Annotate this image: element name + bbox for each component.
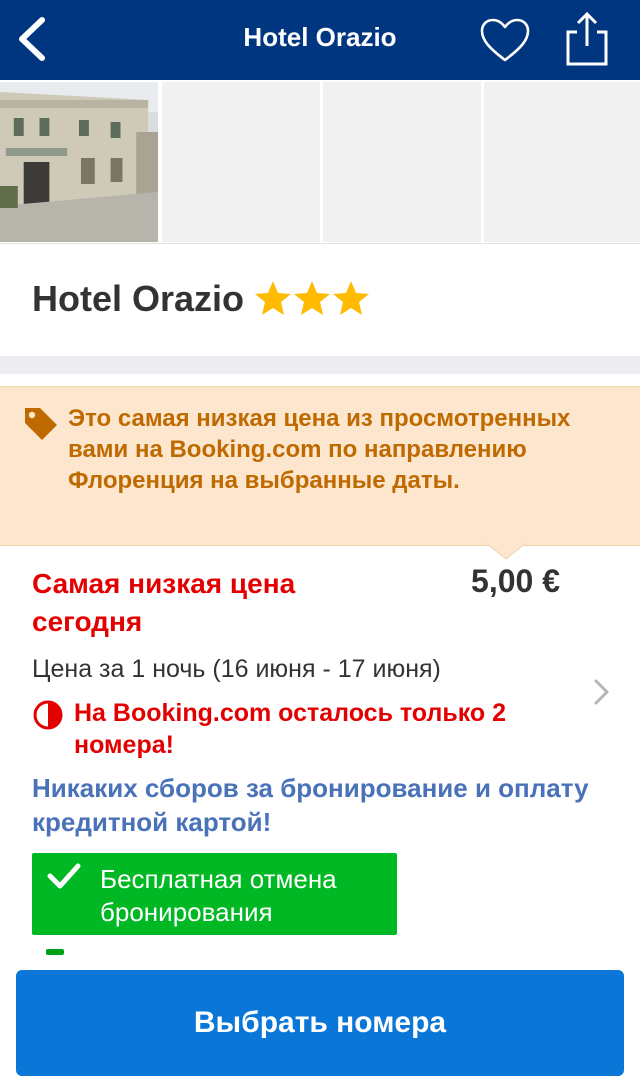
heart-outline-icon[interactable] — [479, 18, 531, 64]
hotel-photo[interactable] — [0, 82, 158, 242]
star-icon — [294, 281, 331, 315]
photo-placeholder[interactable] — [323, 82, 481, 242]
photo-placeholder[interactable] — [162, 82, 320, 242]
share-icon[interactable] — [562, 10, 612, 68]
offer-card[interactable]: Самая низкая цена сегодня 5,00 € Цена за… — [0, 545, 640, 965]
no-fees-text: Никаких сборов за бронирование и оплату … — [32, 773, 589, 837]
photo-gallery-strip[interactable] — [0, 82, 640, 244]
back-chevron-icon[interactable] — [12, 14, 52, 64]
banner-text: Это самая низкая цена из просмотренных в… — [68, 405, 571, 494]
checkmark-icon — [47, 863, 81, 889]
select-rooms-button[interactable]: Выбрать номера — [16, 970, 624, 1076]
divider — [0, 243, 640, 244]
hotel-name: Hotel Orazio — [32, 278, 245, 319]
star-icon — [255, 281, 292, 315]
section-spacer — [0, 374, 640, 386]
lowest-price-info-banner: Это самая низкая цена из просмотренных в… — [0, 386, 640, 560]
price-per-night-dates: Цена за 1 ночь (16 июня - 17 июня) — [32, 655, 441, 683]
free-cancellation-badge: Бесплатная отмена бронирования — [32, 853, 397, 935]
hotel-header: Hotel Orazio — [32, 278, 370, 328]
chevron-right-icon[interactable] — [591, 677, 613, 707]
photo-placeholder[interactable] — [484, 82, 640, 242]
price-value: 5,00 € — [471, 563, 560, 599]
price-tag-icon — [25, 408, 57, 440]
star-icon — [333, 281, 370, 315]
page-title: Hotel Orazio — [243, 22, 397, 52]
top-navigation-bar: Hotel Orazio — [0, 0, 640, 80]
section-separator — [0, 356, 640, 374]
free-cancellation-text: Бесплатная отмена бронирования — [100, 864, 337, 927]
lowest-price-label: Самая низкая цена сегодня — [32, 568, 296, 637]
clock-urgency-icon — [33, 700, 63, 730]
star-rating — [255, 281, 370, 315]
rooms-left-text: На Booking.com осталось только 2 номера! — [74, 699, 507, 759]
